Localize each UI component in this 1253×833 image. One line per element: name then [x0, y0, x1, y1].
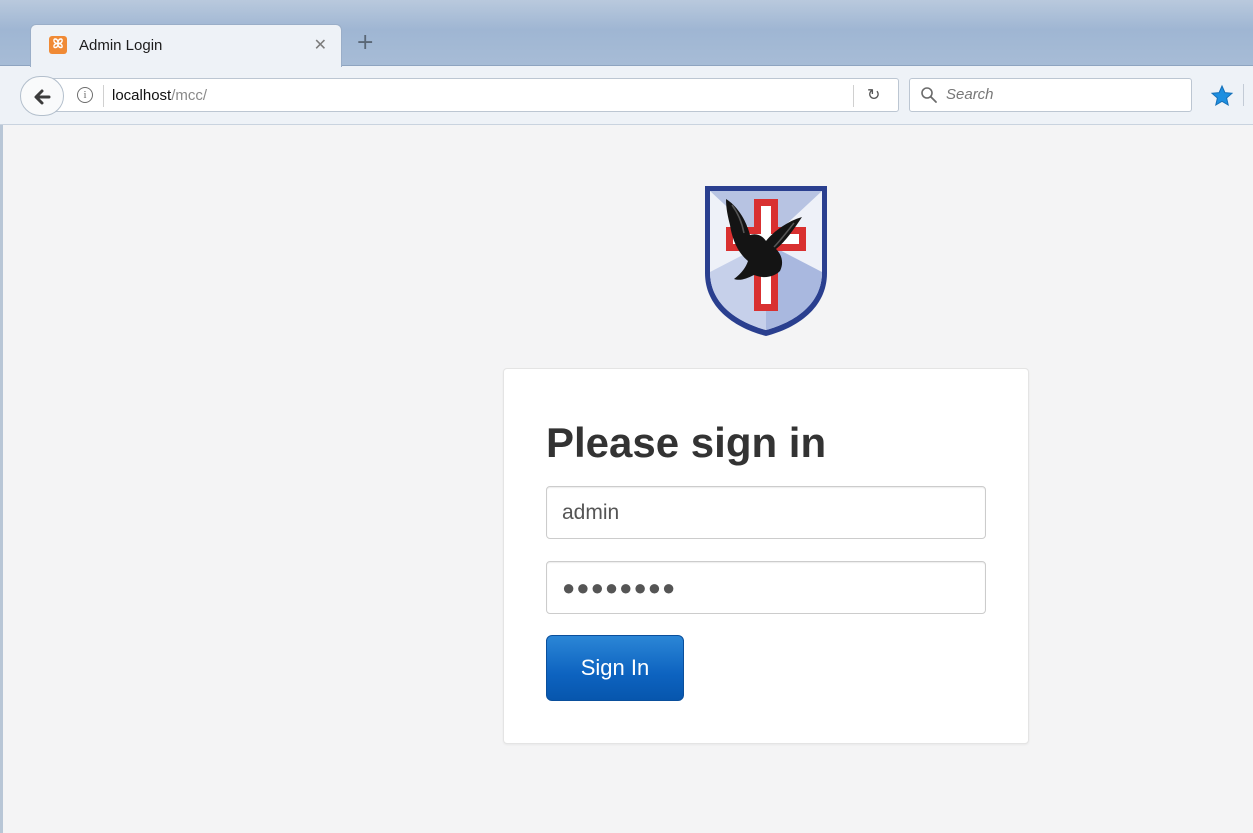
toolbar-divider — [1243, 84, 1244, 106]
login-card: Please sign in admin ●●●●●●●● Sign In — [503, 368, 1029, 744]
back-arrow-icon — [34, 89, 51, 105]
url-host: localhost — [112, 87, 172, 104]
browser-tab[interactable]: ꕤ Admin Login ✕ — [30, 24, 342, 67]
page-title: Please sign in — [546, 419, 827, 466]
search-input[interactable] — [946, 84, 1176, 106]
star-icon[interactable] — [1210, 84, 1234, 108]
close-tab-icon[interactable]: ✕ — [314, 35, 327, 55]
sign-in-button[interactable]: Sign In — [546, 635, 684, 701]
window-edge — [0, 125, 3, 833]
reload-icon[interactable]: ↻ — [867, 85, 880, 105]
new-tab-plus-icon[interactable]: + — [356, 30, 374, 56]
back-button[interactable] — [20, 76, 64, 116]
password-field[interactable]: ●●●●●●●● — [546, 561, 986, 614]
xampp-favicon-icon: ꕤ — [49, 36, 67, 54]
url-text[interactable]: localhost/mcc/ — [112, 86, 207, 106]
school-crest-logo — [705, 186, 827, 336]
search-icon — [921, 87, 937, 103]
url-path: /mcc/ — [171, 87, 208, 104]
username-field[interactable]: admin — [546, 486, 986, 539]
info-icon[interactable]: i — [77, 87, 93, 103]
tab-title: Admin Login — [79, 37, 163, 54]
address-bar[interactable]: i localhost/mcc/ ↻ — [44, 78, 899, 112]
reload-separator — [853, 85, 854, 107]
url-separator — [103, 85, 104, 107]
search-bar[interactable] — [909, 78, 1192, 112]
